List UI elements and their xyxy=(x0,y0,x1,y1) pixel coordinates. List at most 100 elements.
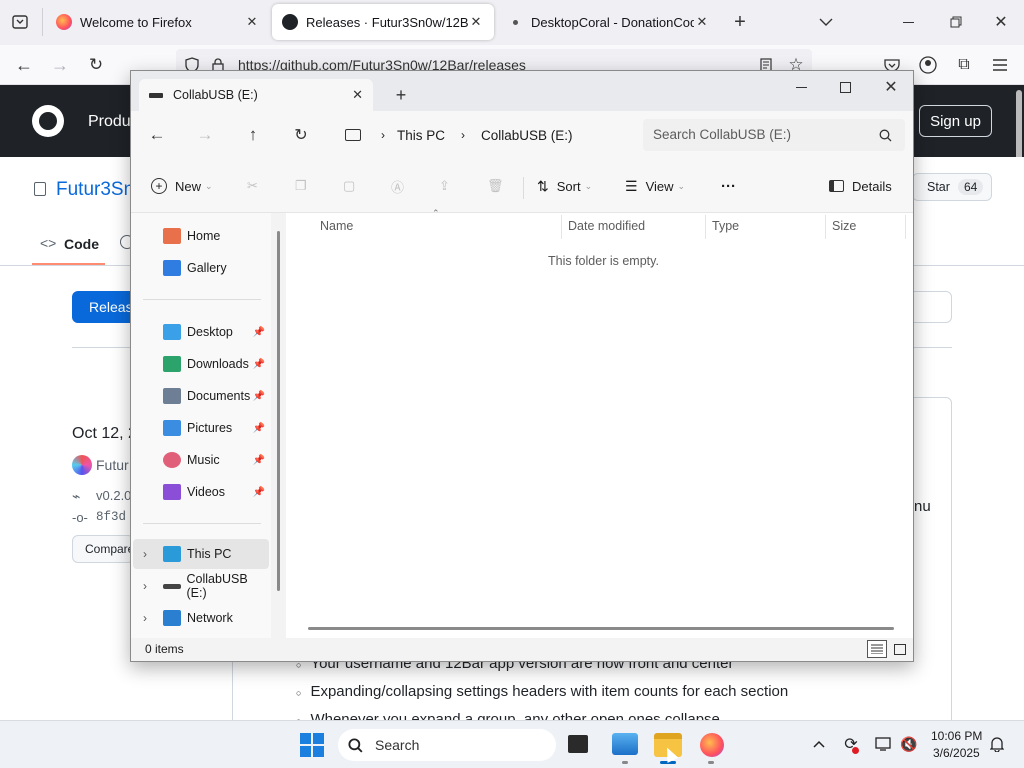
new-tab-icon[interactable]: + xyxy=(730,11,750,33)
pin-icon[interactable]: 📌 xyxy=(253,455,265,466)
sidebar-item-this-pc[interactable]: › This PC xyxy=(133,539,269,569)
share-icon[interactable]: ⇪ xyxy=(439,175,450,197)
reload-icon[interactable]: ↻ xyxy=(86,55,106,75)
usb-drive-icon xyxy=(163,583,181,589)
network-status-icon[interactable] xyxy=(874,735,892,753)
tag-name[interactable]: v0.2.0 xyxy=(96,488,131,503)
clock-date[interactable]: 3/6/2025 xyxy=(933,746,980,760)
close-tab-icon[interactable]: ✕ xyxy=(468,14,484,30)
search-input[interactable]: Search CollabUSB (E:) xyxy=(643,119,905,151)
photos-app-icon[interactable] xyxy=(612,733,638,755)
pin-icon[interactable]: 📌 xyxy=(253,391,265,402)
sidebar-item-downloads[interactable]: Downloads 📌 xyxy=(141,349,269,379)
chevron-right-icon[interactable]: › xyxy=(381,128,385,142)
new-button[interactable]: + New ⌄ xyxy=(151,175,213,197)
tab-welcome-firefox[interactable]: Welcome to Firefox ✕ xyxy=(46,4,270,40)
close-icon[interactable]: ✕ xyxy=(881,77,901,97)
delete-icon[interactable]: 🗑 xyxy=(487,175,504,197)
details-view-icon[interactable] xyxy=(867,640,887,658)
compare-button[interactable]: Compare xyxy=(72,535,134,563)
code-icon: <> xyxy=(40,235,57,251)
sidebar-item-home[interactable]: Home xyxy=(141,221,269,251)
sidebar-item-music[interactable]: Music 📌 xyxy=(141,445,269,475)
column-type[interactable]: Type xyxy=(712,219,739,233)
star-button[interactable]: Star 64 xyxy=(912,173,992,201)
volume-muted-icon[interactable]: 🔇 xyxy=(900,735,918,753)
tab-desktopcoral[interactable]: DesktopCoral - DonationCoder ✕ xyxy=(498,4,720,40)
cut-icon[interactable]: ✂ xyxy=(247,175,258,197)
sidebar-item-videos[interactable]: Videos 📌 xyxy=(141,477,269,507)
more-options-button[interactable]: ··· xyxy=(721,175,736,197)
restore-icon[interactable] xyxy=(946,12,966,32)
start-button[interactable] xyxy=(300,733,324,757)
close-tab-icon[interactable]: ✕ xyxy=(694,14,710,30)
large-icons-view-icon[interactable] xyxy=(891,640,909,658)
minimize-icon[interactable] xyxy=(898,12,918,32)
tab-collabusb[interactable]: CollabUSB (E:) ✕ xyxy=(139,79,373,111)
minimize-icon[interactable] xyxy=(791,77,811,97)
horizontal-scrollbar[interactable] xyxy=(308,627,894,630)
pin-icon[interactable]: 📌 xyxy=(253,423,265,434)
list-all-tabs-icon[interactable] xyxy=(10,12,30,32)
expand-chevron-icon[interactable]: › xyxy=(143,547,147,561)
new-tab-icon[interactable]: + xyxy=(391,85,411,105)
breadcrumb-collabusb[interactable]: CollabUSB (E:) xyxy=(481,128,573,143)
taskbar-search[interactable]: Search xyxy=(338,729,556,761)
breadcrumb[interactable]: › This PC › CollabUSB (E:) xyxy=(337,119,633,151)
author-name[interactable]: Futur xyxy=(96,457,129,473)
navigation-pane-scrollbar[interactable] xyxy=(277,231,280,591)
account-icon[interactable] xyxy=(918,55,938,75)
details-pane-icon xyxy=(829,180,844,192)
sidebar-item-network[interactable]: › Network xyxy=(133,603,269,633)
column-name[interactable]: Name xyxy=(320,219,353,233)
firefox-app-icon[interactable] xyxy=(700,733,724,757)
sort-button[interactable]: ⇅ Sort ⌄ xyxy=(537,175,592,197)
up-arrow-icon[interactable]: ↑ xyxy=(243,125,263,145)
close-tab-icon[interactable]: ✕ xyxy=(244,14,260,30)
search-icon[interactable] xyxy=(877,127,893,143)
column-size[interactable]: Size xyxy=(832,219,856,233)
notification-bell-icon[interactable] xyxy=(988,735,1006,753)
view-button[interactable]: ☰ View ⌄ xyxy=(625,175,685,197)
pin-icon[interactable]: 📌 xyxy=(253,327,265,338)
clock-time[interactable]: 10:06 PM xyxy=(931,729,982,743)
breadcrumb-this-pc[interactable]: This PC xyxy=(397,128,445,143)
copy-icon[interactable]: ❐ xyxy=(295,175,307,197)
forward-arrow-icon[interactable]: → xyxy=(195,125,215,145)
sidebar-item-pictures[interactable]: Pictures 📌 xyxy=(141,413,269,443)
item-count: 0 items xyxy=(145,642,184,656)
paste-icon[interactable]: ▢ xyxy=(343,175,355,197)
close-tab-icon[interactable]: ✕ xyxy=(352,87,363,103)
close-icon[interactable]: ✕ xyxy=(991,12,1011,32)
commit-hash[interactable]: 8f3d xyxy=(96,510,126,524)
task-view-icon[interactable] xyxy=(568,735,588,753)
chevron-up-icon[interactable] xyxy=(810,735,828,753)
maximize-icon[interactable] xyxy=(835,77,855,97)
refresh-icon[interactable]: ↻ xyxy=(291,125,311,145)
details-button[interactable]: Details xyxy=(829,175,892,197)
column-date-modified[interactable]: Date modified xyxy=(568,219,645,233)
tab-github-releases[interactable]: Releases · Futur3Sn0w/12Bar ✕ xyxy=(272,4,494,40)
github-logo-icon[interactable] xyxy=(32,105,64,137)
sidebar-item-gallery[interactable]: Gallery xyxy=(141,253,269,283)
pin-icon[interactable]: 📌 xyxy=(253,487,265,498)
sign-up-button[interactable]: Sign up xyxy=(919,105,992,137)
rename-icon[interactable]: Ⓐ xyxy=(391,175,404,197)
tab-code[interactable]: Code xyxy=(64,236,99,252)
sidebar-item-desktop[interactable]: Desktop 📌 xyxy=(141,317,269,347)
extensions-icon[interactable]: ⧉ xyxy=(954,55,974,75)
back-arrow-icon[interactable]: ← xyxy=(147,125,167,145)
expand-chevron-icon[interactable]: › xyxy=(143,579,147,593)
hamburger-menu-icon[interactable] xyxy=(990,55,1010,75)
forward-arrow-icon[interactable]: → xyxy=(50,55,70,75)
repo-name[interactable]: Futur3Sn xyxy=(56,179,134,201)
sidebar-item-documents[interactable]: Documents 📌 xyxy=(141,381,269,411)
scrollbar[interactable] xyxy=(1016,90,1022,160)
pin-icon[interactable]: 📌 xyxy=(253,359,265,370)
expand-chevron-icon[interactable]: › xyxy=(143,611,147,625)
back-arrow-icon[interactable]: ← xyxy=(14,55,34,75)
chevron-down-icon[interactable] xyxy=(816,12,836,32)
chevron-right-icon[interactable]: › xyxy=(461,128,465,142)
sidebar-item-collabusb[interactable]: › CollabUSB (E:) xyxy=(133,571,269,601)
nav-product[interactable]: Produ xyxy=(88,113,131,131)
